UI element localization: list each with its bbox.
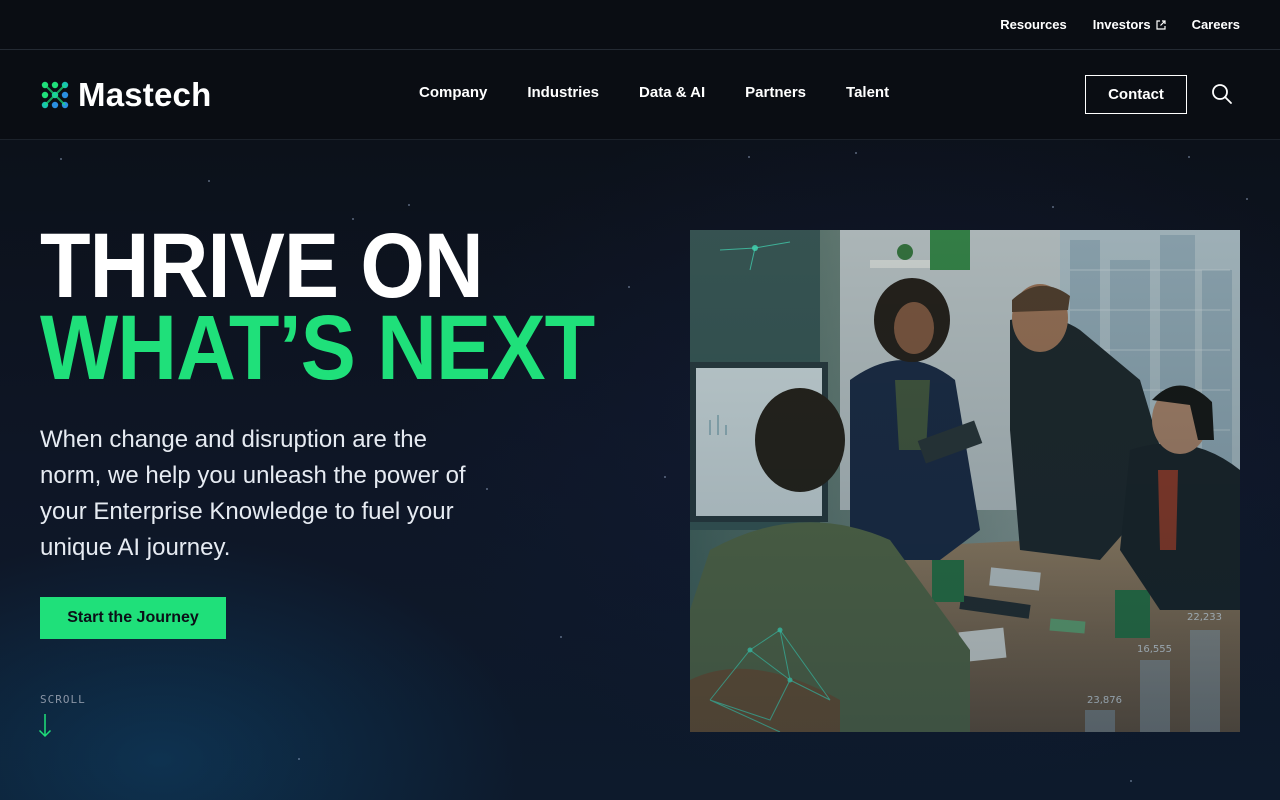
start-journey-button[interactable]: Start the Journey	[40, 597, 226, 639]
nav-item-data-ai[interactable]: Data & AI	[639, 84, 705, 101]
nav-item-talent[interactable]: Talent	[846, 84, 889, 101]
arrow-down-icon[interactable]	[38, 713, 52, 739]
investors-link[interactable]: Investors	[1093, 17, 1166, 32]
hero-photo: 22,233 16,555 23,876	[690, 230, 1240, 732]
scroll-label: SCROLL	[40, 693, 86, 706]
search-icon[interactable]	[1211, 83, 1233, 105]
primary-nav-links: Company Industries Data & AI Partners Ta…	[419, 84, 929, 101]
headline-line-1: THRIVE ON	[40, 215, 484, 317]
overlay-number-2: 16,555	[1137, 644, 1172, 655]
contact-button[interactable]: Contact	[1085, 75, 1187, 114]
overlay-number-3: 23,876	[1087, 695, 1122, 706]
nav-item-industries[interactable]: Industries	[527, 84, 599, 101]
headline-line-2: WHAT’S NEXT	[40, 297, 595, 399]
logo-wordmark: Mastech	[78, 76, 212, 113]
hero-headline: THRIVE ON WHAT’S NEXT	[40, 215, 656, 399]
investors-link-label: Investors	[1092, 17, 1151, 32]
logo[interactable]: Mastech	[40, 76, 212, 113]
main-navigation: Mastech Company Industries Data & AI Par…	[0, 50, 1280, 140]
hero-subtext: When change and disruption are the norm,…	[40, 426, 466, 561]
overlay-number-1: 22,233	[1187, 612, 1222, 623]
external-link-icon	[1155, 19, 1166, 30]
meeting-photo-illustration	[690, 230, 1240, 732]
logo-mark-icon	[41, 81, 69, 109]
nav-item-company[interactable]: Company	[419, 84, 487, 101]
careers-link[interactable]: Careers	[1192, 17, 1240, 32]
hero-section: THRIVE ON WHAT’S NEXT When change and di…	[0, 140, 1280, 800]
utility-bar: Resources Investors Careers	[0, 0, 1280, 50]
nav-item-partners[interactable]: Partners	[745, 84, 806, 101]
resources-link[interactable]: Resources	[1000, 17, 1066, 32]
